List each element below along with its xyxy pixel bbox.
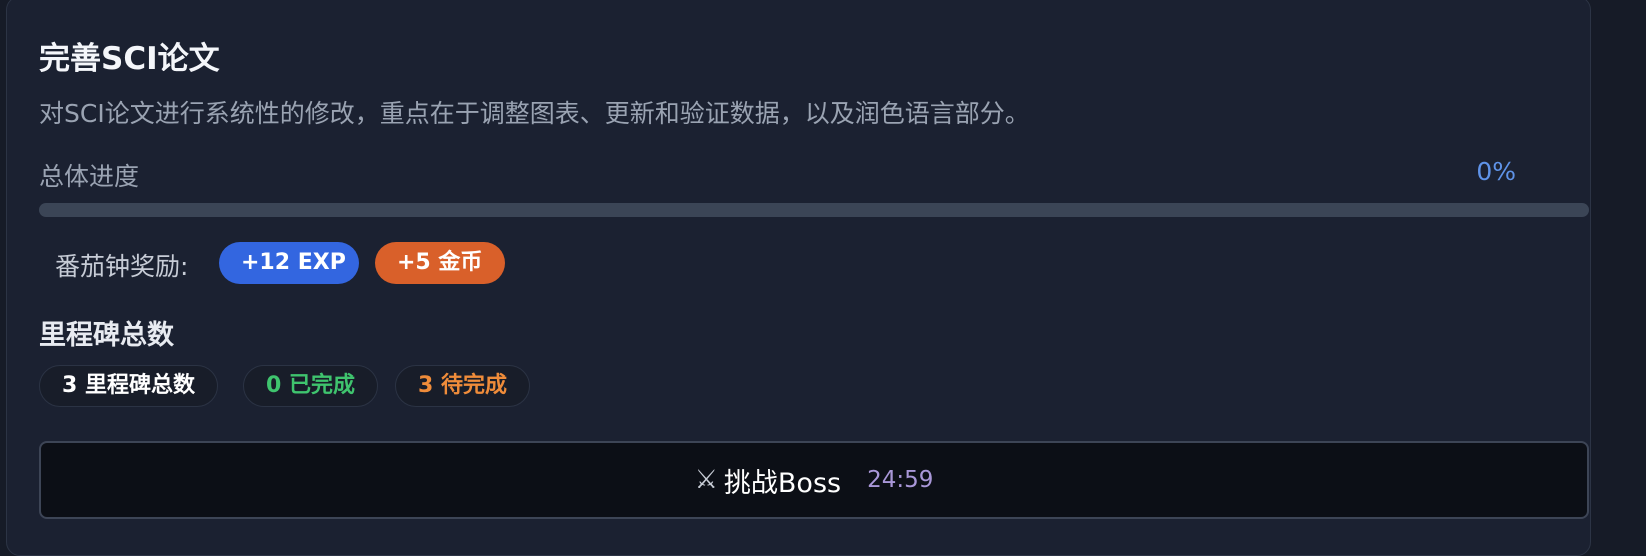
gold-reward-badge: +5 金币 (375, 242, 505, 284)
milestones-completed-badge: 0 已完成 (243, 365, 378, 407)
challenge-boss-button[interactable]: ⚔ 挑战Boss 24:59 (39, 441, 1589, 519)
milestones-total-badge: 3 里程碑总数 (39, 365, 218, 407)
crossed-swords-icon: ⚔ (694, 465, 718, 495)
exp-reward-badge: +12 EXP (219, 242, 359, 284)
progress-label: 总体进度 (39, 162, 140, 191)
milestones-title: 里程碑总数 (39, 320, 174, 351)
task-description: 对SCI论文进行系统性的修改，重点在于调整图表、更新和验证数据，以及润色语言部分… (39, 99, 1030, 128)
progress-value: 0% (1476, 157, 1516, 186)
challenge-boss-label: 挑战Boss (723, 467, 842, 499)
progress-bar (39, 203, 1589, 217)
task-title: 完善SCI论文 (39, 41, 220, 77)
boss-timer: 24:59 (867, 467, 934, 493)
reward-label: 番茄钟奖励: (55, 252, 189, 281)
task-card: 完善SCI论文 对SCI论文进行系统性的修改，重点在于调整图表、更新和验证数据，… (6, 0, 1591, 556)
milestones-pending-badge: 3 待完成 (395, 365, 530, 407)
